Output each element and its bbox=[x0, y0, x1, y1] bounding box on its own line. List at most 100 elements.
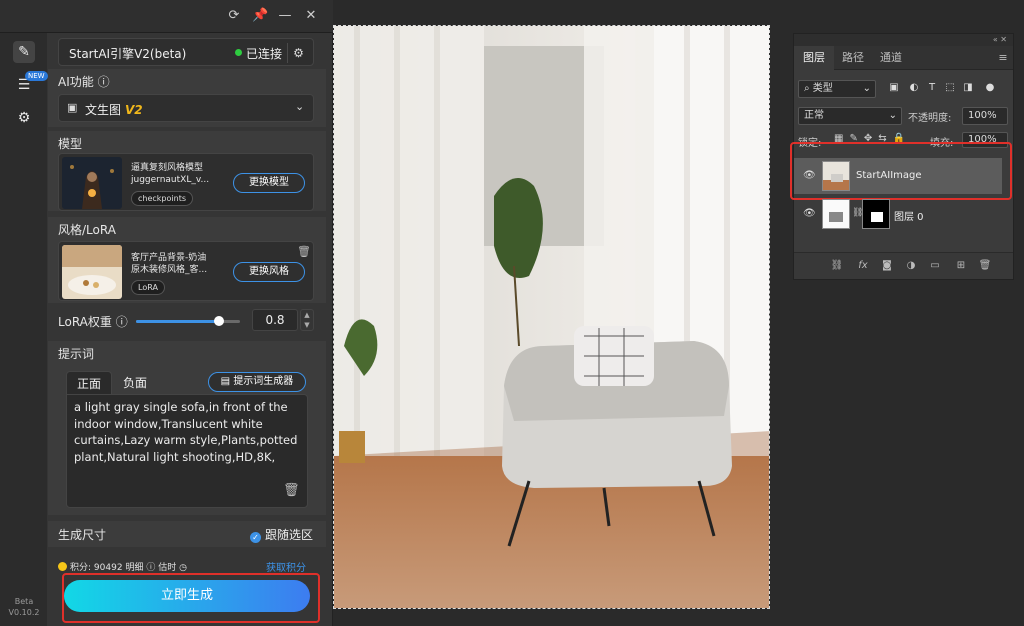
chevron-down-icon[interactable]: ▼ bbox=[301, 320, 313, 330]
app-root: ⟳ 📌 — ✕ ✎ ☰ NEW ⚙ Beta V0.10.2 StartAI引擎… bbox=[0, 0, 1024, 626]
filter-toggle-icon[interactable]: ● bbox=[984, 82, 996, 94]
layers-panel-footer: ⛓ fx ◙ ◑ ▭ ⊞ 🗑 bbox=[794, 252, 1013, 279]
follow-selection-checkbox[interactable]: ✓ 跟随选区 bbox=[250, 526, 313, 543]
lora-weight-stepper[interactable]: ▲ ▼ bbox=[300, 309, 314, 331]
opacity-input[interactable]: 100% bbox=[962, 107, 1008, 125]
style-type-tag: LoRA bbox=[131, 280, 165, 295]
layer-filter-select[interactable]: ⌕ 类型 ⌄ bbox=[798, 80, 876, 98]
clear-prompt-trash-icon[interactable]: 🗑 bbox=[283, 483, 300, 498]
model-thumbnail bbox=[62, 157, 122, 209]
get-credits-link[interactable]: 获取积分 bbox=[266, 559, 306, 574]
version-label: Beta V0.10.2 bbox=[6, 596, 42, 618]
tab-paths[interactable]: 路径 bbox=[834, 46, 872, 70]
follow-selection-label: 跟随选区 bbox=[265, 528, 314, 542]
collapse-icon[interactable]: « bbox=[993, 35, 998, 44]
highlight-frame-layer bbox=[790, 142, 1012, 200]
layer-name: 图层 0 bbox=[894, 212, 924, 223]
engine-selector[interactable]: StartAI引擎V2(beta) 已连接 ⚙ bbox=[58, 38, 314, 66]
credits-detail-link[interactable]: 明细 bbox=[125, 563, 143, 573]
ai-function-section: AI功能 ⓘ ▣ 文生图 V2 ⌄ bbox=[48, 69, 326, 127]
style-thumbnail bbox=[62, 245, 122, 299]
layers-panel: « ✕ 图层 路径 通道 ≡ ⌕ 类型 ⌄ ▣ ◐ T ⬚ ◨ ● 正常 ⌄ 不透明… bbox=[790, 33, 1014, 280]
document-canvas[interactable] bbox=[333, 25, 770, 609]
credits-label: 积分: bbox=[70, 563, 92, 573]
highlight-frame-generate bbox=[62, 573, 320, 623]
version-line-1: Beta bbox=[14, 597, 34, 606]
layer-filter-value: 类型 bbox=[812, 83, 833, 94]
tab-layers[interactable]: 图层 bbox=[794, 46, 834, 70]
minimize-icon[interactable]: — bbox=[277, 8, 293, 24]
prompt-textarea[interactable]: a light gray single sofa,in front of the… bbox=[66, 394, 308, 508]
style-card: 客厅产品背景-奶油 原木装修风格_客... LoRA 更换风格 🗑 bbox=[58, 241, 314, 301]
coin-icon bbox=[58, 562, 67, 571]
layer-row-layer0[interactable]: 👁 ⛓ 图层 0 bbox=[794, 196, 1002, 232]
ai-function-select[interactable]: ▣ 文生图 V2 ⌄ bbox=[58, 94, 314, 122]
folder-icon[interactable]: ▭ bbox=[928, 259, 942, 273]
blend-mode-value: 正常 bbox=[804, 110, 824, 121]
lora-weight-slider-handle[interactable] bbox=[214, 316, 225, 326]
edit-icon[interactable]: ✎ bbox=[13, 41, 35, 63]
lora-weight-label: LoRA权重 ⓘ bbox=[58, 315, 128, 329]
link-layers-icon[interactable]: ⛓ bbox=[830, 259, 844, 273]
chevron-down-icon: ⌄ bbox=[862, 83, 871, 94]
lora-weight-input[interactable]: 0.8 bbox=[252, 309, 298, 331]
version-line-2: V0.10.2 bbox=[8, 608, 40, 617]
canvas-image bbox=[334, 26, 769, 608]
visibility-eye-icon[interactable]: 👁 bbox=[803, 208, 816, 219]
image-icon: ▣ bbox=[67, 101, 78, 114]
trash-icon[interactable]: 🗑 bbox=[297, 245, 311, 258]
prompt-label: 提示词 bbox=[58, 347, 95, 361]
panel-collapse-bar[interactable]: « ✕ bbox=[794, 34, 1013, 46]
model-type-tag: checkpoints bbox=[131, 191, 193, 206]
layer-thumbnail bbox=[822, 199, 850, 229]
new-badge: NEW bbox=[25, 71, 48, 81]
check-icon: ✓ bbox=[250, 532, 261, 543]
layer-mask-thumbnail[interactable] bbox=[862, 199, 890, 229]
add-mask-icon[interactable]: ◙ bbox=[880, 259, 894, 273]
model-name-line-2: juggernautXL_v... bbox=[131, 175, 210, 185]
opacity-label: 不透明度: bbox=[908, 113, 952, 124]
style-name-line-1: 客厅产品背景-奶油 bbox=[131, 253, 207, 263]
size-section: 生成尺寸 ✓ 跟随选区 bbox=[48, 521, 326, 547]
style-name-line-2: 原木装修风格_客... bbox=[131, 265, 208, 275]
connection-status-dot bbox=[235, 49, 242, 56]
adjustment-filter-icon[interactable]: ◐ bbox=[908, 82, 920, 94]
ai-function-label: AI功能 ⓘ bbox=[58, 75, 110, 89]
prompt-text: a light gray single sofa,in front of the… bbox=[74, 400, 298, 464]
delete-layer-trash-icon[interactable]: 🗑 bbox=[978, 259, 992, 273]
gear-icon[interactable]: ⚙ bbox=[13, 107, 35, 129]
panel-menu-icon[interactable]: ≡ bbox=[994, 46, 1012, 70]
connection-status: 已连接 bbox=[246, 47, 283, 61]
tab-channels[interactable]: 通道 bbox=[872, 46, 910, 70]
change-style-button[interactable]: 更换风格 bbox=[233, 262, 305, 282]
new-layer-icon[interactable]: ⊞ bbox=[954, 259, 968, 273]
shape-filter-icon[interactable]: ⬚ bbox=[944, 82, 956, 94]
plugin-left-rail: ✎ ☰ NEW ⚙ Beta V0.10.2 bbox=[0, 33, 48, 626]
smart-object-filter-icon[interactable]: ◨ bbox=[962, 82, 974, 94]
model-card: 逼真复刻风格模型 juggernautXL_v... checkpoints 更… bbox=[58, 153, 314, 211]
model-section: 模型 逼真复刻风格模型 juggernautXL_v... checkpoint… bbox=[48, 131, 326, 211]
tab-negative[interactable]: 负面 bbox=[112, 371, 158, 395]
pin-icon[interactable]: 📌 bbox=[252, 8, 268, 24]
refresh-icon[interactable]: ⟳ bbox=[226, 8, 242, 24]
fx-icon[interactable]: fx bbox=[856, 259, 870, 273]
model-label: 模型 bbox=[58, 137, 83, 151]
blend-mode-select[interactable]: 正常 ⌄ bbox=[798, 107, 902, 125]
size-label: 生成尺寸 bbox=[58, 528, 107, 542]
pixel-filter-icon[interactable]: ▣ bbox=[888, 82, 900, 94]
prompt-generator-button[interactable]: ▤ 提示词生成器 bbox=[208, 372, 306, 392]
clock-icon: ◷ bbox=[179, 563, 187, 573]
lora-weight-slider[interactable] bbox=[136, 316, 240, 326]
model-name-line-1: 逼真复刻风格模型 bbox=[131, 163, 204, 173]
chevron-up-icon[interactable]: ▲ bbox=[301, 310, 313, 320]
engine-name: StartAI引擎V2(beta) bbox=[69, 47, 187, 61]
close-icon[interactable]: ✕ bbox=[303, 8, 319, 24]
engine-settings-icon[interactable]: ⚙ bbox=[287, 43, 309, 63]
tab-positive[interactable]: 正面 bbox=[66, 371, 112, 395]
type-filter-icon[interactable]: T bbox=[926, 82, 938, 94]
adjustment-layer-icon[interactable]: ◑ bbox=[904, 259, 918, 273]
estimate-time-label: 估时 bbox=[158, 563, 177, 573]
close-icon[interactable]: ✕ bbox=[1000, 35, 1007, 44]
change-model-button[interactable]: 更换模型 bbox=[233, 173, 305, 193]
style-label: 风格/LoRA bbox=[58, 223, 116, 237]
